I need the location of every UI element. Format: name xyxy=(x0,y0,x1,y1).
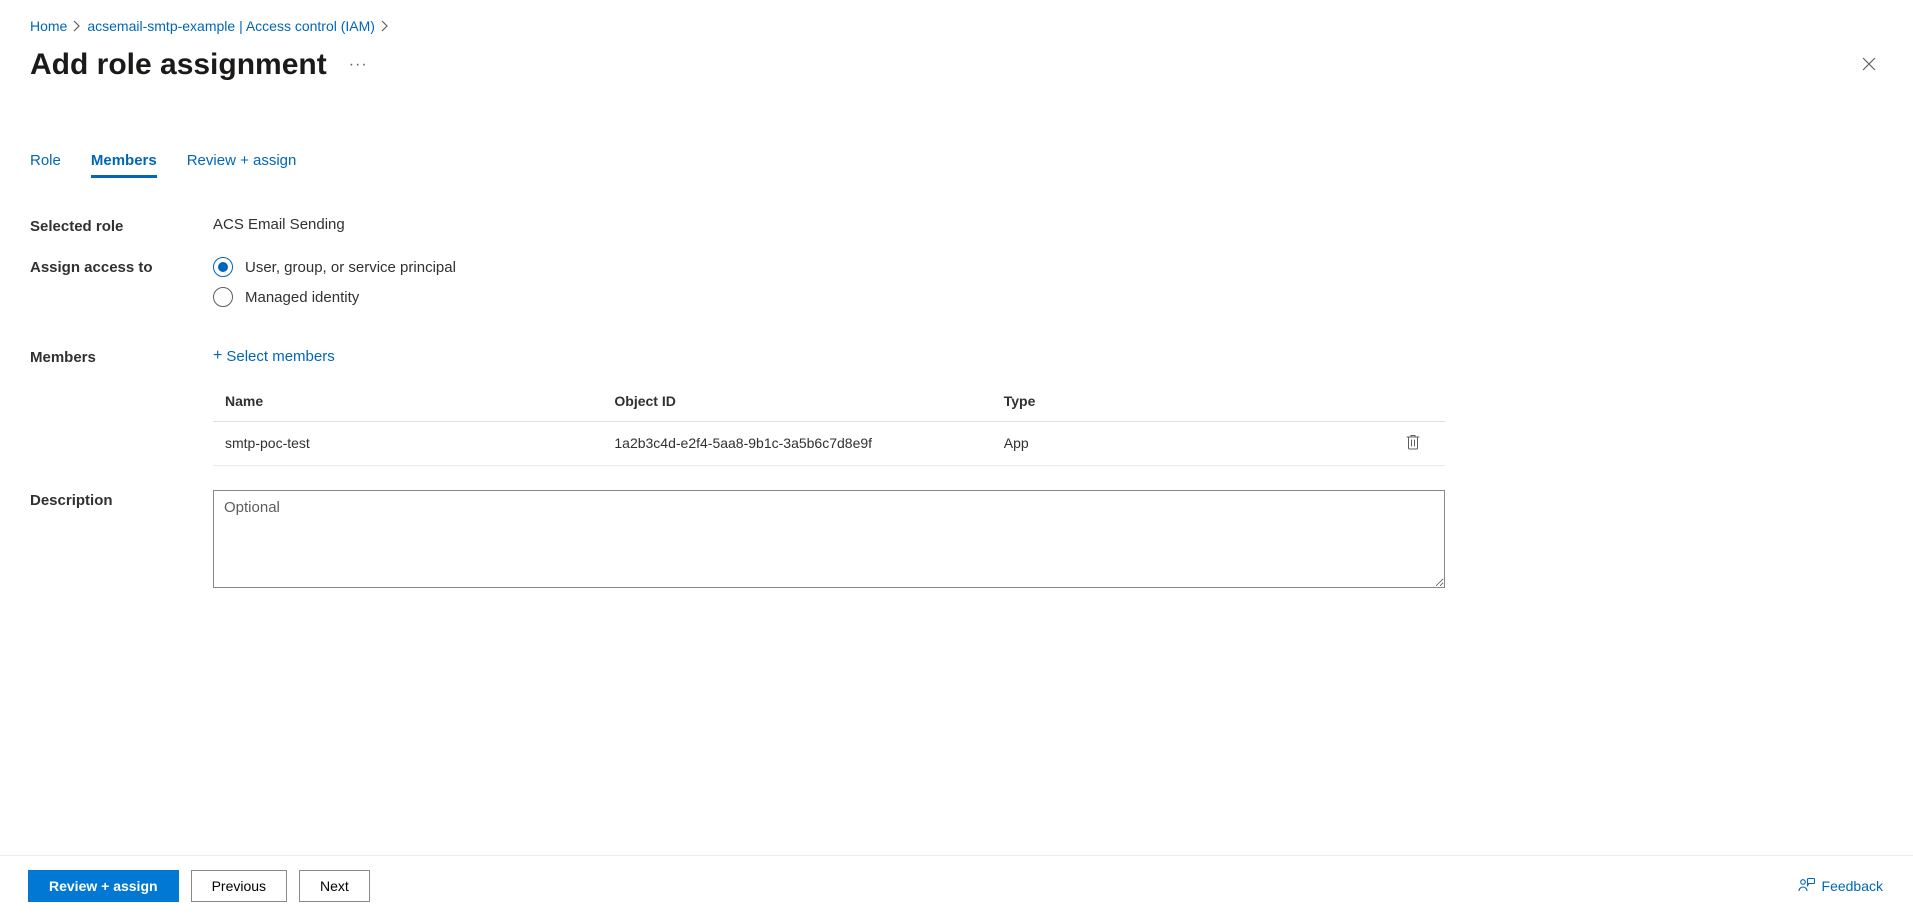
trash-icon[interactable] xyxy=(1406,437,1420,453)
label-members: Members xyxy=(30,347,213,366)
next-button[interactable]: Next xyxy=(299,870,370,902)
footer-bar: Review + assign Previous Next Feedback xyxy=(0,855,1913,914)
previous-button[interactable]: Previous xyxy=(191,870,287,902)
close-icon[interactable] xyxy=(1855,50,1883,81)
row-assign-access: Assign access to User, group, or service… xyxy=(30,257,1883,317)
members-table: Name Object ID Type smtp-poc-test 1a2b3c… xyxy=(213,383,1445,466)
title-row: Add role assignment ··· xyxy=(30,48,1883,82)
label-assign-access: Assign access to xyxy=(30,257,213,276)
breadcrumb-iam[interactable]: acsemail-smtp-example | Access control (… xyxy=(87,18,375,34)
select-members-button[interactable]: + Select members xyxy=(213,348,335,365)
feedback-label: Feedback xyxy=(1822,878,1883,894)
chevron-right-icon xyxy=(381,20,389,32)
row-selected-role: Selected role ACS Email Sending xyxy=(30,216,1883,235)
cell-name: smtp-poc-test xyxy=(213,421,602,465)
radio-icon xyxy=(213,257,233,277)
review-assign-button[interactable]: Review + assign xyxy=(28,870,179,902)
tab-role[interactable]: Role xyxy=(30,152,61,178)
radio-label: Managed identity xyxy=(245,289,359,306)
table-row: smtp-poc-test 1a2b3c4d-e2f4-5aa8-9b1c-3a… xyxy=(213,421,1445,465)
value-selected-role: ACS Email Sending xyxy=(213,216,1883,233)
radio-managed-identity[interactable]: Managed identity xyxy=(213,287,1883,307)
label-selected-role: Selected role xyxy=(30,216,213,235)
tabs: Role Members Review + assign xyxy=(30,152,1883,178)
row-members: Members + Select members Name Object ID … xyxy=(30,347,1883,466)
radio-label: User, group, or service principal xyxy=(245,259,456,276)
plus-icon: + xyxy=(213,348,222,364)
tab-members[interactable]: Members xyxy=(91,152,157,178)
description-input[interactable] xyxy=(213,490,1445,588)
col-header-object-id[interactable]: Object ID xyxy=(602,383,991,422)
cell-object-id: 1a2b3c4d-e2f4-5aa8-9b1c-3a5b6c7d8e9f xyxy=(602,421,991,465)
chevron-right-icon xyxy=(73,20,81,32)
more-actions-icon[interactable]: ··· xyxy=(345,52,372,78)
col-header-type[interactable]: Type xyxy=(992,383,1381,422)
col-header-name[interactable]: Name xyxy=(213,383,602,422)
page-title: Add role assignment xyxy=(30,48,327,82)
breadcrumb-home[interactable]: Home xyxy=(30,18,67,34)
row-description: Description xyxy=(30,490,1883,592)
col-header-delete xyxy=(1381,383,1445,422)
select-members-label: Select members xyxy=(226,348,334,365)
person-feedback-icon xyxy=(1798,877,1816,896)
radio-user-group-principal[interactable]: User, group, or service principal xyxy=(213,257,1883,277)
breadcrumb: Home acsemail-smtp-example | Access cont… xyxy=(30,18,1883,34)
cell-type: App xyxy=(992,421,1381,465)
tab-review-assign[interactable]: Review + assign xyxy=(187,152,297,178)
radio-icon xyxy=(213,287,233,307)
label-description: Description xyxy=(30,490,213,509)
feedback-link[interactable]: Feedback xyxy=(1798,877,1883,896)
